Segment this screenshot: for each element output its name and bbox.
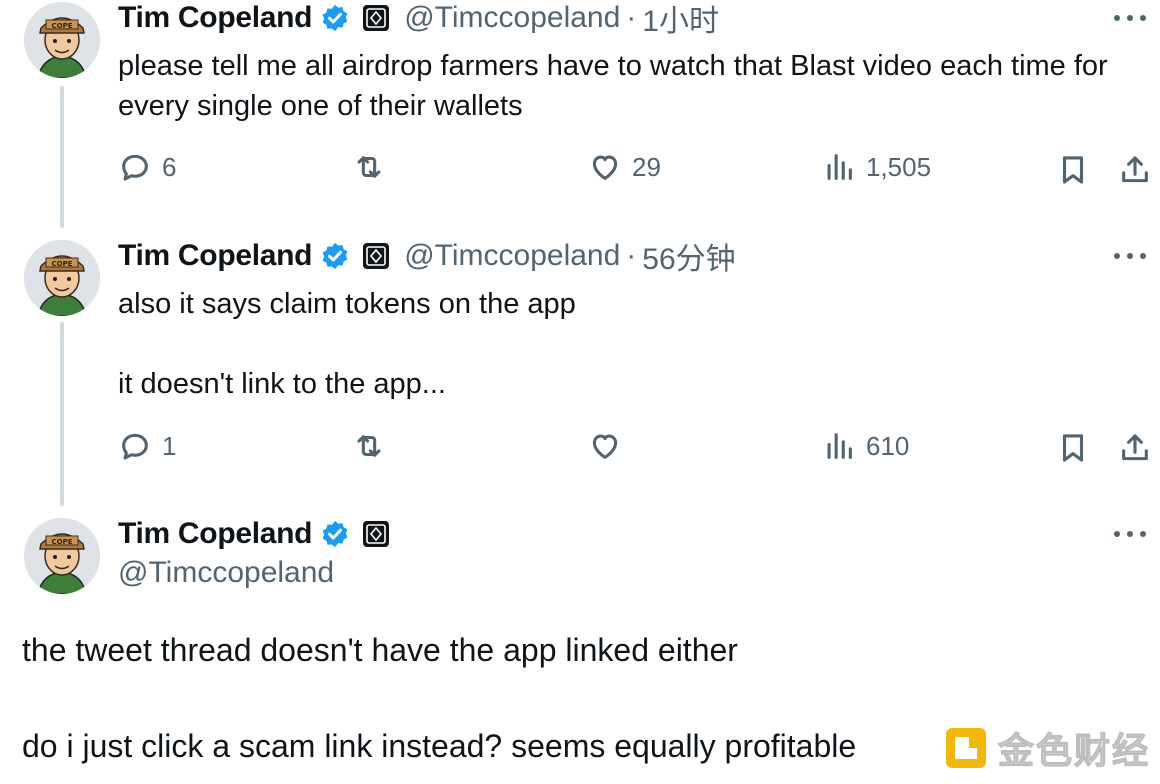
separator: ·	[626, 1, 637, 34]
retweet-button[interactable]	[352, 429, 396, 463]
reply-button[interactable]: 1	[118, 429, 176, 463]
share-icon	[1122, 434, 1148, 461]
views-count: 1,505	[866, 151, 932, 182]
author-name[interactable]: Tim Copeland	[118, 1, 313, 35]
more-icon[interactable]	[1114, 251, 1146, 261]
verified-badge-icon[interactable]	[320, 241, 350, 271]
share-button[interactable]	[1118, 431, 1152, 465]
tweet-header: Tim Copeland @Timccopeland · 1小时	[118, 0, 719, 38]
thread-line	[60, 322, 64, 506]
separator: ·	[626, 239, 637, 272]
views-count: 610	[866, 430, 910, 461]
share-button[interactable]	[1118, 153, 1152, 187]
author-name[interactable]: Tim Copeland	[118, 239, 313, 273]
author-name[interactable]: Tim Copeland	[118, 517, 313, 551]
like-count: 29	[632, 151, 661, 182]
timestamp[interactable]: 56分钟	[642, 234, 735, 278]
affiliate-badge-icon[interactable]	[362, 242, 390, 270]
thread-line	[60, 86, 64, 228]
views-button[interactable]: 610	[822, 429, 909, 463]
affiliate-badge-icon[interactable]	[362, 520, 390, 548]
watermark-text: 金色财经	[997, 730, 1151, 772]
timestamp[interactable]: 1小时	[642, 0, 719, 40]
author-handle[interactable]: @Timccopeland	[118, 556, 334, 590]
views-icon	[827, 154, 852, 180]
tweet-header: Tim Copeland @Timccopeland · 56分钟	[118, 238, 736, 276]
author-handle[interactable]: @Timccopeland	[404, 1, 620, 35]
avatar[interactable]	[24, 240, 100, 316]
verified-badge-icon[interactable]	[320, 519, 350, 549]
share-icon	[1122, 156, 1148, 183]
retweet-icon	[357, 435, 381, 457]
tweet-text: please tell me all airdrop farmers have …	[118, 50, 1116, 122]
tweet-header: Tim Copeland	[118, 516, 390, 552]
bookmark-button[interactable]	[1056, 431, 1090, 465]
author-handle[interactable]: @Timccopeland	[404, 239, 620, 273]
bookmark-icon	[1062, 434, 1084, 462]
retweet-icon	[357, 156, 381, 178]
like-button[interactable]: 29	[588, 150, 661, 184]
avatar[interactable]	[24, 2, 100, 78]
reply-count: 1	[162, 430, 177, 461]
views-button[interactable]: 1,505	[822, 150, 931, 184]
views-icon	[827, 433, 852, 459]
reply-icon	[122, 433, 148, 460]
reply-count: 6	[162, 151, 177, 182]
retweet-button[interactable]	[352, 150, 396, 184]
affiliate-badge-icon[interactable]	[362, 4, 390, 32]
bookmark-icon	[1062, 156, 1084, 184]
verified-badge-icon[interactable]	[320, 3, 350, 33]
watermark-logo-icon	[946, 728, 986, 768]
like-button[interactable]	[588, 429, 632, 463]
reply-button[interactable]: 6	[118, 150, 176, 184]
heart-icon	[592, 434, 618, 459]
bookmark-button[interactable]	[1056, 153, 1090, 187]
avatar[interactable]	[24, 518, 100, 594]
more-icon[interactable]	[1114, 529, 1146, 539]
tweet-text: also it says claim tokens on the app it …	[118, 288, 576, 400]
reply-icon	[122, 154, 148, 181]
more-icon[interactable]	[1114, 13, 1146, 23]
watermark: 金色财经	[944, 722, 1150, 774]
heart-icon	[592, 155, 618, 180]
